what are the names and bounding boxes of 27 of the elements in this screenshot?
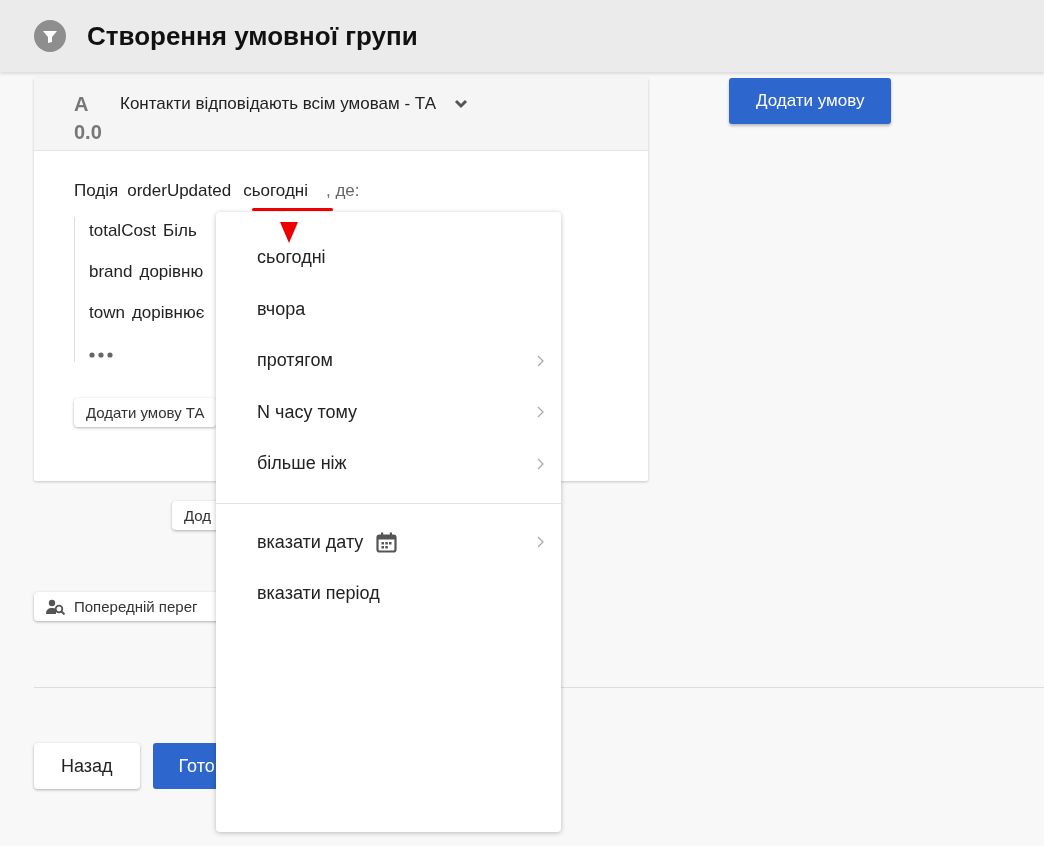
- pointer-arrow-icon: [280, 222, 298, 243]
- menu-item[interactable]: вчора: [216, 283, 561, 335]
- menu-item[interactable]: N часу тому: [216, 386, 561, 438]
- menu-item[interactable]: більше ніж: [216, 438, 561, 490]
- condition-field[interactable]: town: [89, 303, 125, 323]
- period-link[interactable]: сьогодні: [240, 181, 311, 201]
- event-name: orderUpdated: [127, 181, 232, 201]
- condition-operator[interactable]: дорівнює: [131, 303, 205, 323]
- user-search-icon: [46, 598, 66, 615]
- page-title: Створення умовної групи: [87, 20, 418, 52]
- event-suffix: , де:: [326, 181, 360, 201]
- menu-item[interactable]: протягом: [216, 335, 561, 387]
- group-letter: A: [74, 92, 90, 117]
- group-number: 0.0: [74, 120, 103, 145]
- menu-item[interactable]: сьогодні: [216, 232, 561, 284]
- add-condition-button[interactable]: Додати умову: [729, 78, 892, 124]
- add-and-condition-button[interactable]: Додати умову ТА: [74, 398, 217, 427]
- funnel-icon: [34, 20, 66, 52]
- event-label: Подія: [74, 181, 119, 201]
- more-icon[interactable]: [89, 352, 113, 358]
- group-mode-dropdown[interactable]: Контакти відповідають всім умовам - ТА: [120, 90, 468, 118]
- condition-operator[interactable]: Біль: [163, 221, 197, 241]
- back-button[interactable]: Назад: [34, 743, 140, 789]
- calendar-icon: [376, 531, 398, 553]
- condition-field[interactable]: brand: [89, 262, 133, 282]
- condition-field[interactable]: totalCost: [89, 221, 157, 241]
- condition-operator[interactable]: дорівню: [139, 262, 204, 282]
